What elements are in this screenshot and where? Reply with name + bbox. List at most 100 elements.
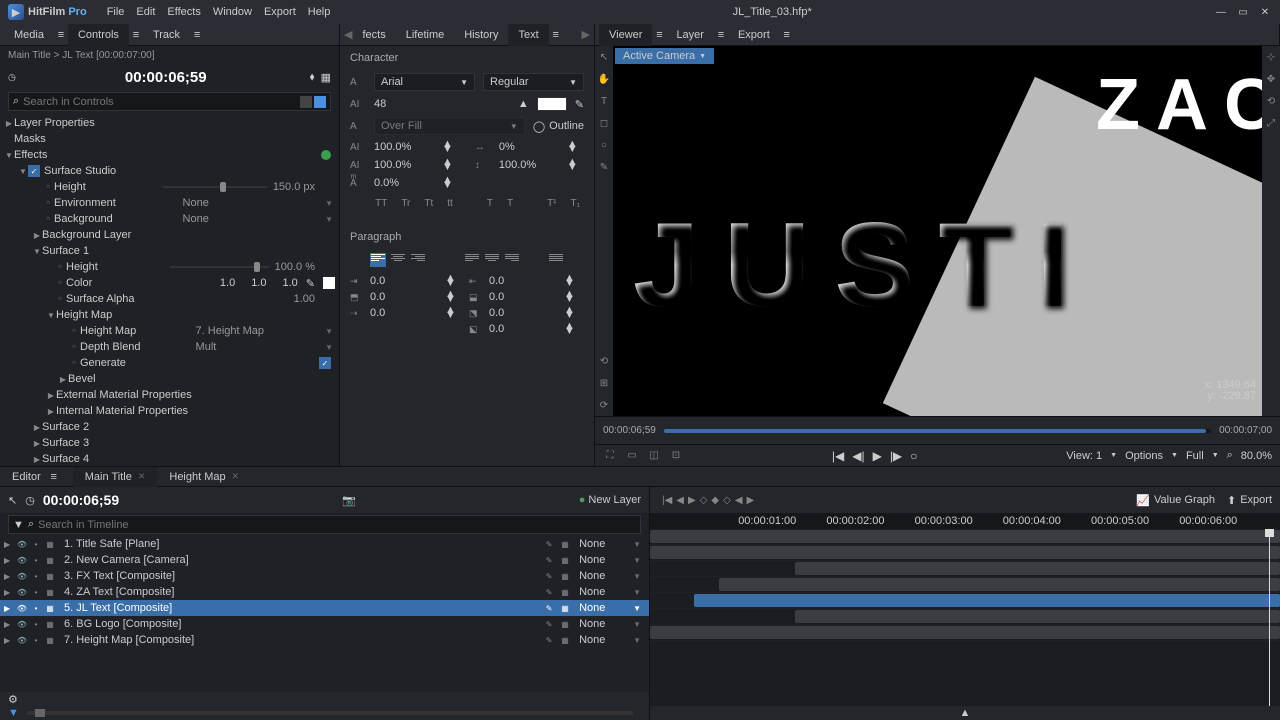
ext-material[interactable]: External Material Properties (56, 389, 335, 401)
outline-toggle[interactable]: ◯Outline (533, 120, 584, 133)
surf-height[interactable]: Height (66, 261, 164, 273)
filter-icon[interactable]: ▼ (13, 519, 24, 531)
surf-height-value[interactable]: 100.0 % (275, 261, 335, 273)
view-count[interactable]: View: 1 (1066, 450, 1102, 462)
scroll-left-icon[interactable]: ◀ (344, 28, 352, 41)
edit-icon[interactable]: ✎ (543, 618, 555, 630)
expand-icon[interactable]: ▶ (4, 572, 12, 581)
tab-history[interactable]: History (454, 24, 508, 46)
clip[interactable] (719, 578, 1280, 591)
clock-icon[interactable]: ◷ (25, 494, 35, 507)
dropdown-icon[interactable]: ▼ (633, 620, 641, 629)
dropdown-icon[interactable]: ▼ (633, 588, 641, 597)
font-select[interactable]: Arial▼ (374, 73, 475, 91)
clip[interactable] (650, 546, 1280, 559)
expand-icon[interactable]: ▶ (4, 604, 12, 613)
quality-menu[interactable]: Full (1186, 450, 1204, 462)
tab-menu-icon[interactable]: ≡ (652, 29, 666, 41)
remove-key-icon[interactable]: ◇ (723, 495, 731, 506)
link-icon[interactable]: ⟳ (597, 398, 611, 412)
dropdown-icon[interactable]: ▼ (633, 604, 641, 613)
blend-mode[interactable]: None (579, 602, 629, 614)
move-icon[interactable]: ✥ (1264, 72, 1278, 86)
layer-row[interactable]: ▶ 👁•▦ 4. ZA Text [Composite] ✎▦ None ▼ (0, 584, 649, 600)
tab-menu-icon[interactable]: ≡ (549, 29, 563, 41)
menu-effects[interactable]: Effects (167, 6, 200, 18)
tab-editor[interactable]: Editor≡ (0, 467, 73, 487)
snapshot-icon[interactable]: 📷 (342, 494, 356, 507)
mask-tool-icon[interactable]: ◻ (597, 116, 611, 130)
dropdown-icon[interactable]: ▼ (325, 215, 333, 224)
keyframe-dot-icon[interactable] (44, 215, 52, 223)
timeline-ruler[interactable]: 00:00:01:00 00:00:02:00 00:00:03:00 00:0… (650, 513, 1280, 529)
mask-icon[interactable]: ▦ (321, 71, 331, 84)
search-controls[interactable]: ⌕ (8, 92, 331, 111)
zoom-slider-icon[interactable]: ▲ (960, 707, 971, 719)
indent-left-input[interactable] (370, 275, 410, 287)
blend-mode[interactable]: None (579, 586, 629, 598)
collapse-icon[interactable]: ▼ (8, 707, 19, 719)
edit-icon[interactable]: ✎ (543, 602, 555, 614)
layer-row[interactable]: ▶ 👁•▦ 5. JL Text [Composite] ✎▦ None ▼ (0, 600, 649, 616)
edit-icon[interactable]: ✎ (543, 634, 555, 646)
tab-export[interactable]: Export (728, 24, 780, 46)
text-tool-icon[interactable]: T (597, 94, 611, 108)
font-size-input[interactable] (374, 98, 434, 110)
space-after-input[interactable] (489, 291, 529, 303)
background-layer[interactable]: Background Layer (42, 229, 335, 241)
grid-view-icon[interactable] (314, 96, 326, 108)
tab-menu-icon[interactable]: ≡ (780, 29, 794, 41)
case-lower[interactable]: tt (443, 196, 457, 211)
height-map-value[interactable]: 7. Height Map (196, 325, 322, 337)
keyframe-dot-icon[interactable] (56, 263, 64, 271)
depth-blend-value[interactable]: Mult (196, 341, 322, 353)
color-r[interactable]: 1.0 (220, 277, 235, 289)
next-key-icon[interactable]: ▶ (688, 495, 696, 506)
timeline-timecode[interactable]: 00:00:06;59 (43, 492, 119, 508)
depth-blend[interactable]: Depth Blend (80, 341, 186, 353)
type-icon[interactable]: ▦ (44, 634, 56, 646)
3d-icon[interactable]: ▦ (559, 554, 571, 566)
surface-2[interactable]: Surface 2 (42, 421, 335, 433)
expand-icon[interactable]: ▶ (4, 620, 12, 629)
active-camera-badge[interactable]: Active Camera▼ (615, 48, 714, 64)
type-icon[interactable]: ▦ (44, 618, 56, 630)
scrubber[interactable] (664, 429, 1211, 433)
aspect-icon[interactable]: ▭ (625, 449, 639, 463)
dropdown-icon[interactable]: ▼ (633, 540, 641, 549)
bevel[interactable]: Bevel (68, 373, 335, 385)
list-view-icon[interactable] (300, 96, 312, 108)
layer-name[interactable]: 4. ZA Text [Composite] (60, 586, 539, 598)
space-before-input[interactable] (370, 291, 410, 303)
search-input[interactable] (23, 96, 296, 108)
menu-edit[interactable]: Edit (136, 6, 155, 18)
surface-3[interactable]: Surface 3 (42, 437, 335, 449)
lock-icon[interactable]: • (30, 618, 42, 630)
dropdown-icon[interactable]: ▼ (325, 327, 333, 336)
text-color-swatch[interactable] (537, 97, 567, 111)
indent-right-input[interactable] (489, 275, 529, 287)
type-icon[interactable]: ▦ (44, 554, 56, 566)
masks[interactable]: Masks (14, 133, 335, 145)
close-tab-icon[interactable]: ✕ (232, 471, 240, 482)
tab-controls[interactable]: Controls (68, 24, 129, 46)
viewer-canvas[interactable]: Active Camera▼ ZAC JUSTI x: 1349.64 y: -… (613, 46, 1262, 416)
color-b[interactable]: 1.0 (282, 277, 297, 289)
baseline-input[interactable] (374, 177, 434, 189)
leading-input[interactable] (499, 159, 559, 171)
layer-name[interactable]: 1. Title Safe [Plane] (60, 538, 539, 550)
visibility-icon[interactable]: 👁 (16, 570, 28, 582)
weight-select[interactable]: Regular▼ (483, 73, 584, 91)
track-row[interactable] (650, 625, 1280, 641)
3d-icon[interactable]: ▦ (559, 618, 571, 630)
generate-check[interactable] (319, 357, 331, 369)
align-center[interactable] (390, 253, 406, 267)
track-row[interactable] (650, 545, 1280, 561)
generate[interactable]: Generate (80, 357, 319, 369)
visibility-icon[interactable]: 👁 (16, 538, 28, 550)
tab-menu-icon[interactable]: ≡ (714, 29, 728, 41)
justify-full[interactable] (548, 253, 564, 267)
eyedropper-icon[interactable]: ✎ (575, 98, 584, 111)
eyedropper-icon[interactable]: ✎ (306, 277, 315, 290)
keyframe-dot-icon[interactable] (44, 199, 52, 207)
